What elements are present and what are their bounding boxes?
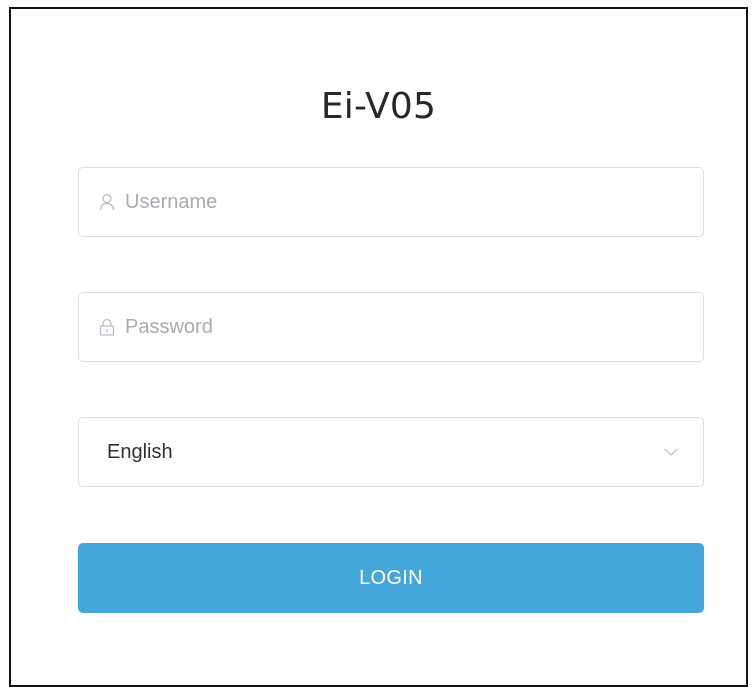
language-selected-value: English bbox=[107, 440, 173, 463]
lock-icon bbox=[99, 318, 115, 336]
username-field[interactable] bbox=[78, 167, 704, 237]
login-button[interactable]: LOGIN bbox=[78, 543, 704, 613]
language-select[interactable]: English bbox=[78, 417, 704, 487]
user-icon bbox=[99, 193, 115, 211]
page-title: Ei-V05 bbox=[320, 86, 437, 127]
password-field[interactable] bbox=[78, 292, 704, 362]
username-input[interactable] bbox=[125, 168, 703, 236]
password-input[interactable] bbox=[125, 293, 703, 361]
login-card: Ei-V05 English LOGIN bbox=[9, 7, 748, 687]
chevron-down-icon[interactable] bbox=[663, 444, 679, 460]
